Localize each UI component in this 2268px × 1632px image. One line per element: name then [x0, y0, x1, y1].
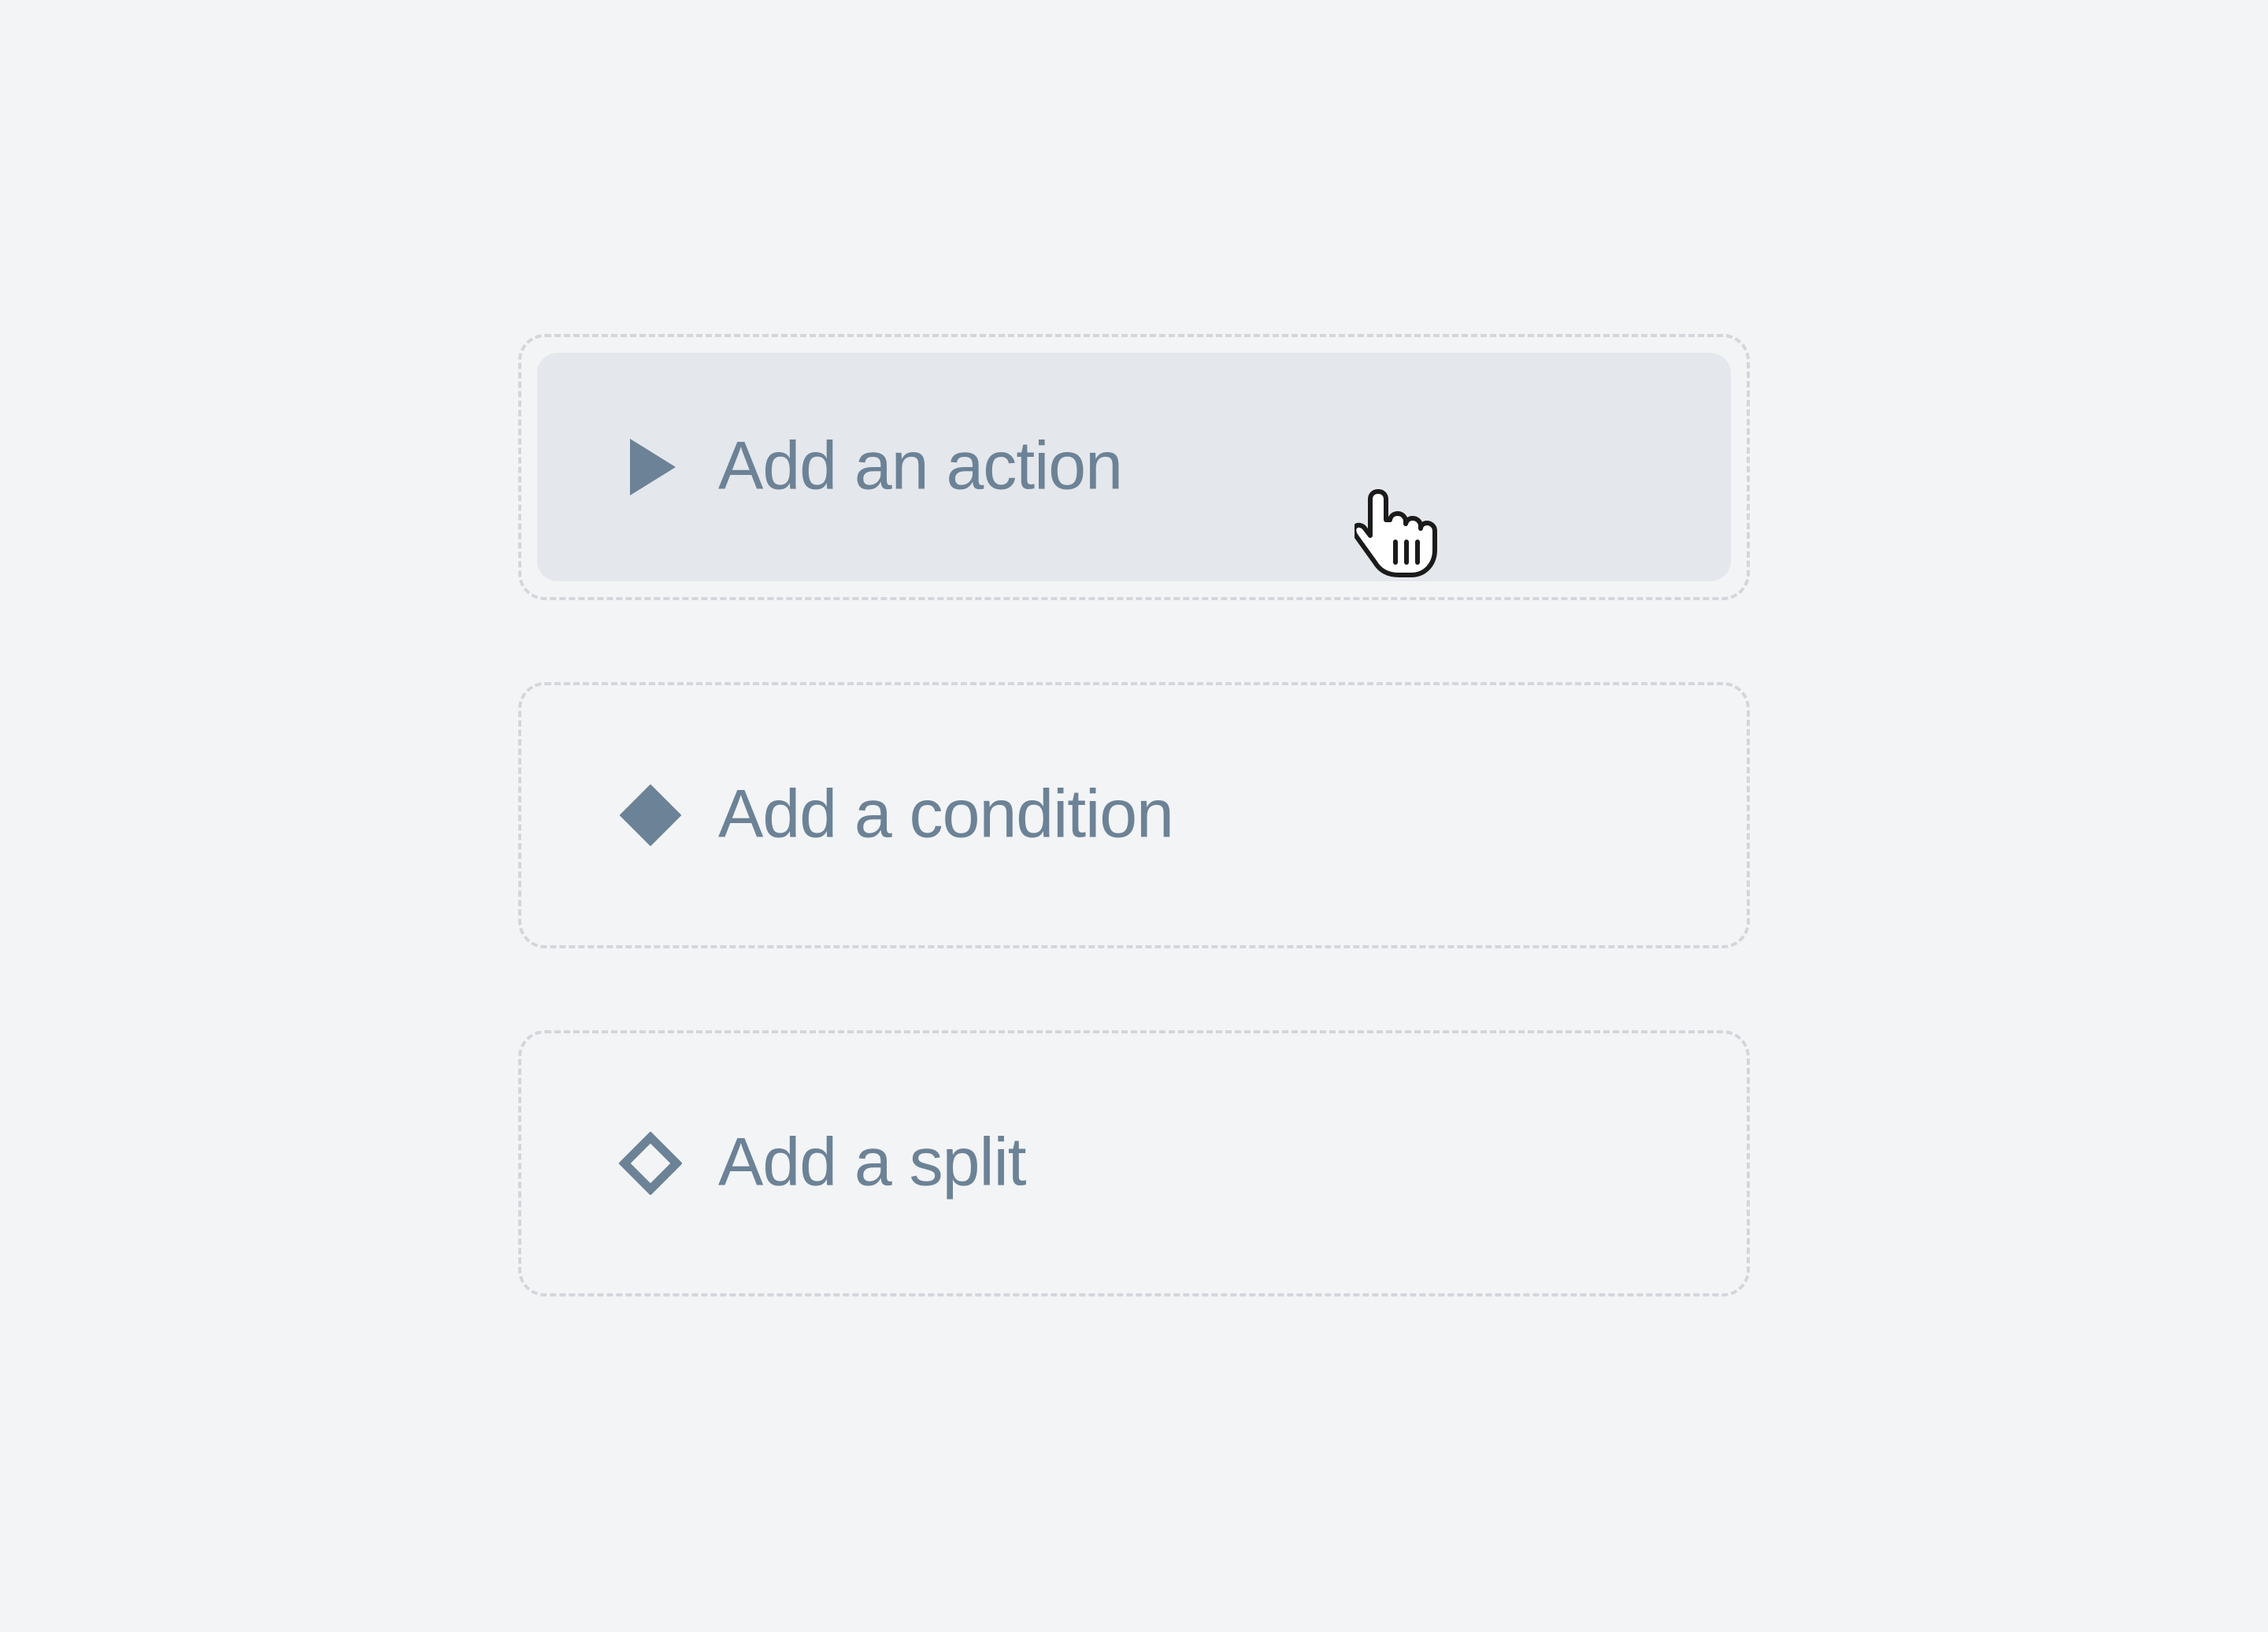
add-action-button[interactable]: Add an action [537, 353, 1731, 581]
add-split-slot: Add a split [518, 1030, 1750, 1296]
add-action-label: Add an action [718, 428, 1123, 504]
add-split-label: Add a split [718, 1124, 1027, 1200]
play-icon [619, 436, 682, 499]
add-split-button[interactable]: Add a split [537, 1049, 1731, 1278]
add-condition-slot: Add a condition [518, 682, 1750, 948]
add-action-slot: Add an action [518, 334, 1750, 600]
add-step-options: Add an action Add a condition Add a spli… [518, 334, 1750, 1296]
filled-diamond-icon [619, 784, 682, 847]
outline-diamond-icon [619, 1132, 682, 1195]
add-condition-label: Add a condition [718, 776, 1174, 852]
add-condition-button[interactable]: Add a condition [537, 701, 1731, 929]
